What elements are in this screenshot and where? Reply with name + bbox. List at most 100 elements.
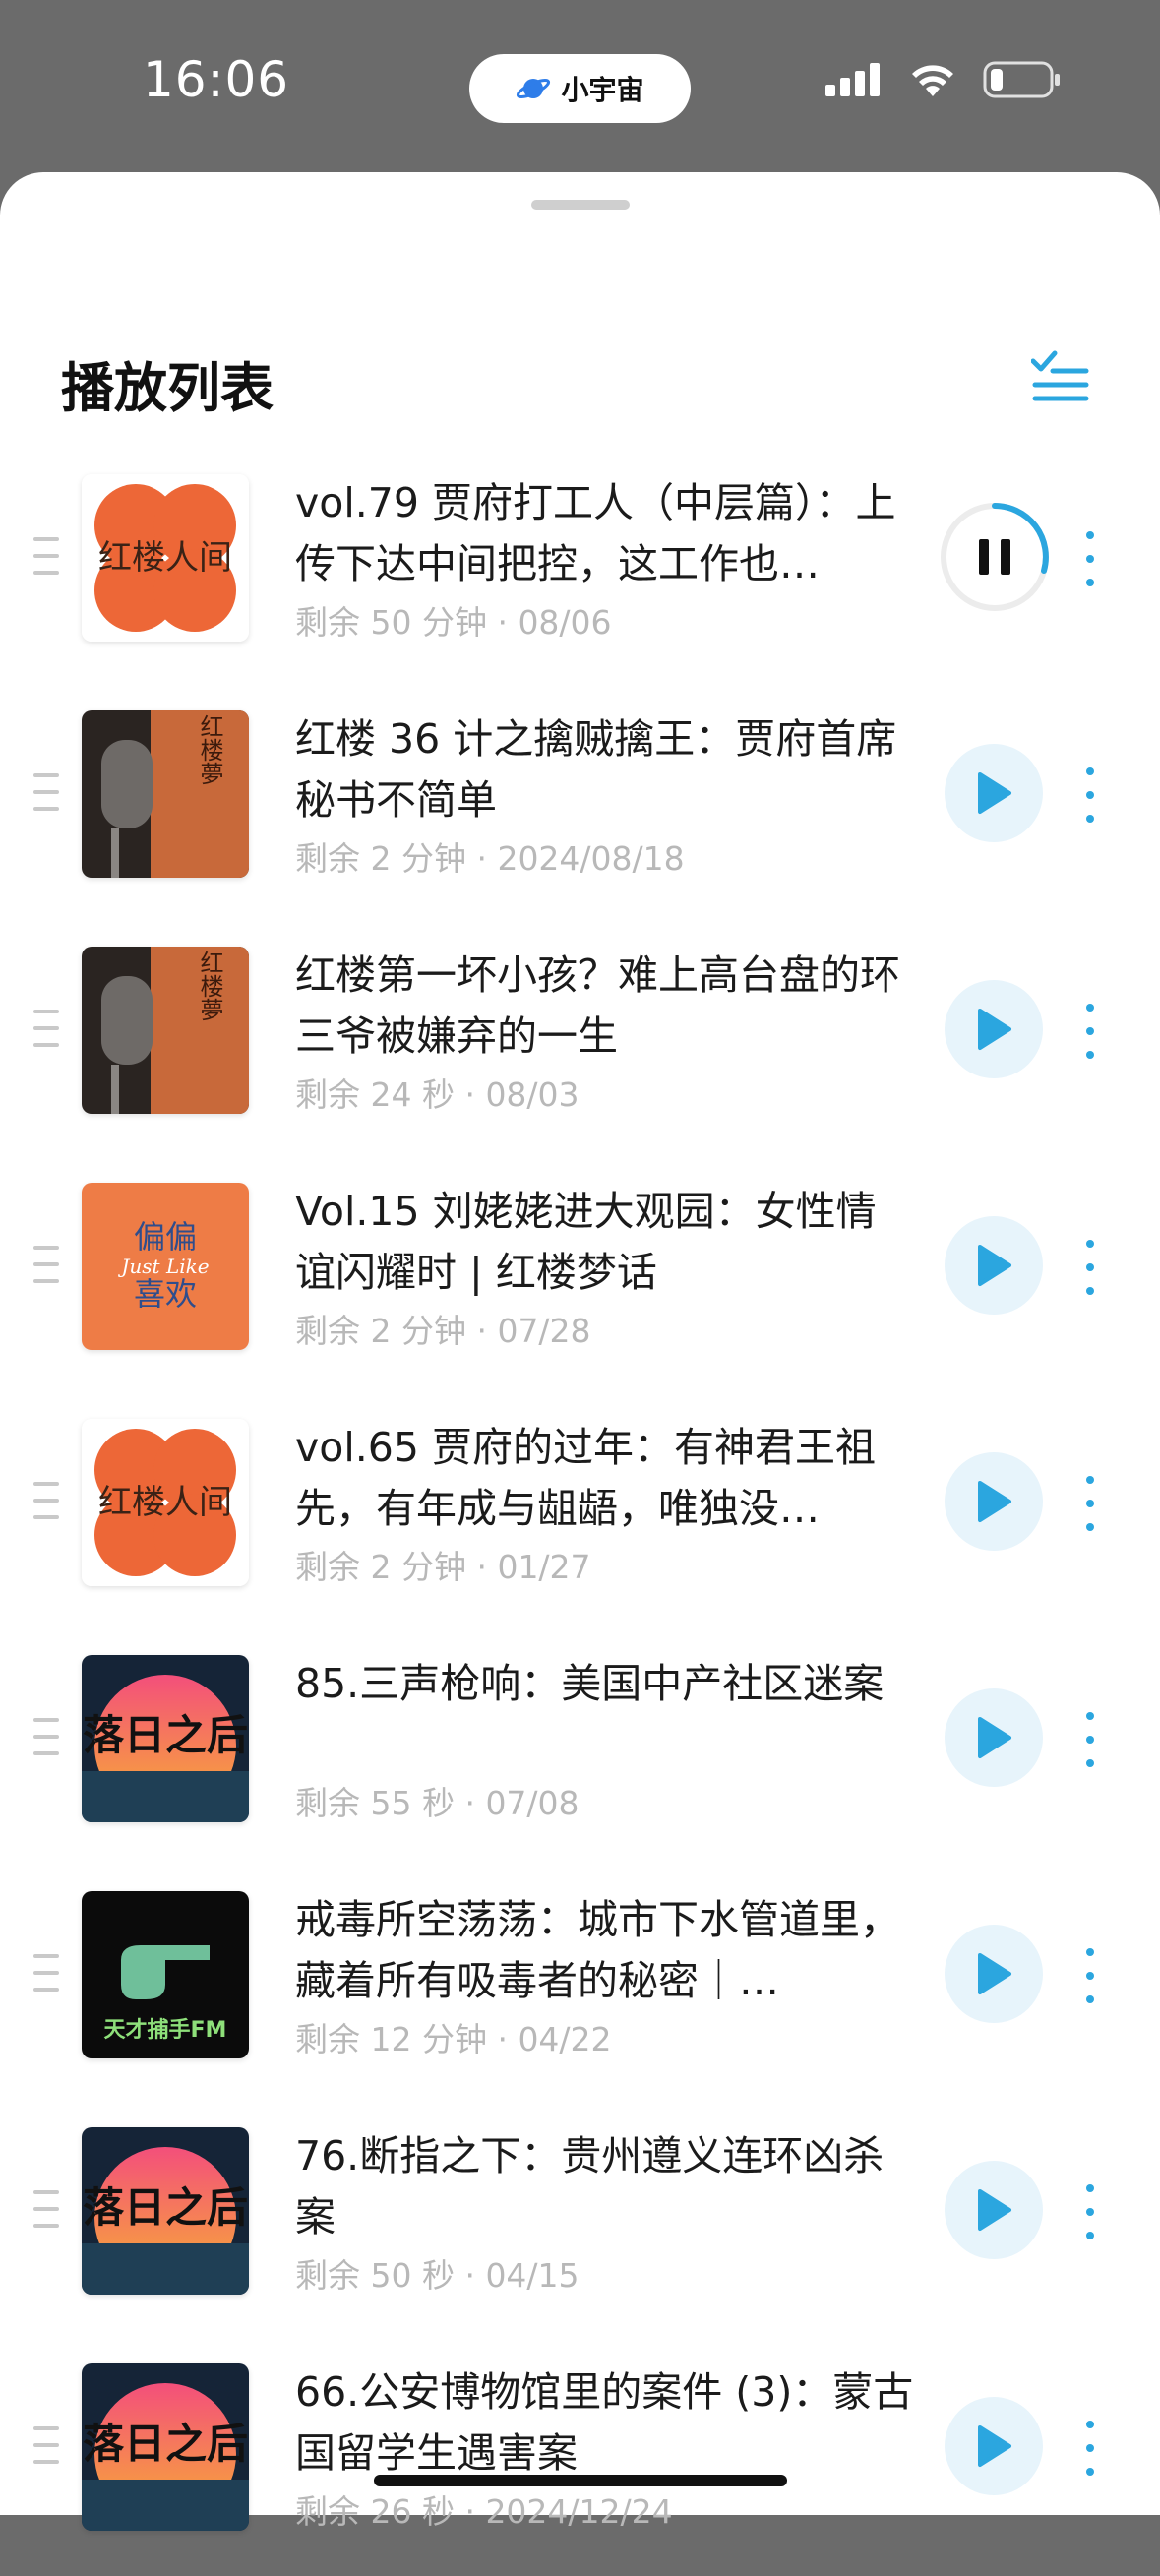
episode-cover: 偏偏 Just Like 喜欢 [82, 1183, 249, 1350]
episode-cover: 落日之后 [82, 2127, 249, 2295]
play-icon [978, 772, 1011, 814]
list-item[interactable]: 落日之后 76.断指之下：贵州遵义连环凶杀案 剩余 50 秒 · 04/15 [0, 2104, 1160, 2340]
drag-handle-icon[interactable] [33, 1246, 59, 1283]
honglou-renjian-cover-icon: 红楼人间 [82, 1419, 249, 1586]
play-button[interactable] [945, 2161, 1043, 2259]
drag-handle-icon[interactable] [33, 1010, 59, 1047]
cellular-signal-icon [825, 63, 880, 96]
episode-cover: 红楼夢 [82, 947, 249, 1114]
wifi-icon [912, 65, 953, 96]
episode-meta: 剩余 55 秒 · 07/08 [295, 1784, 580, 1822]
episode-title: Vol.15 刘姥姥进大观园：女性情谊闪耀时 | 红楼梦话 [295, 1188, 877, 1296]
status-icons [825, 61, 1062, 98]
island-label: 小宇宙 [561, 74, 644, 106]
episode-meta: 剩余 2 分钟 · 2024/08/18 [295, 839, 685, 878]
play-button[interactable] [945, 744, 1043, 842]
episode-meta: 剩余 50 秒 · 04/15 [295, 2256, 580, 2295]
status-time: 16:06 [143, 51, 290, 108]
drag-handle-icon[interactable] [33, 2190, 59, 2228]
svg-text:红楼夢: 红楼夢 [196, 951, 223, 1021]
episode-meta: 剩余 26 秒 · 2024/12/24 [295, 2492, 673, 2531]
episode-cover: 红楼人间 [82, 474, 249, 642]
luori-zhihou-cover-icon: 落日之后 [82, 2363, 249, 2531]
more-options-icon[interactable] [1082, 767, 1098, 823]
list-item[interactable]: 红楼夢 红楼 36 计之擒贼擒王：贾府首席秘书不简单 剩余 2 分钟 · 202… [0, 687, 1160, 923]
luori-zhihou-cover-icon: 落日之后 [82, 1655, 249, 1822]
more-options-icon[interactable] [1082, 1712, 1098, 1767]
svg-text:落日之后: 落日之后 [83, 2420, 248, 2468]
episode-meta: 剩余 24 秒 · 08/03 [295, 1075, 580, 1114]
episode-title: 戒毒所空荡荡：城市下水管道里，藏着所有吸毒者的秘密｜… [295, 1896, 900, 2004]
episode-title: vol.65 贾府的过年：有神君王祖先，有年成与龃龉，唯独没… [295, 1424, 876, 1532]
play-button[interactable] [945, 1688, 1043, 1787]
play-icon [978, 1481, 1011, 1522]
battery-icon [983, 61, 1060, 98]
svg-text:落日之后: 落日之后 [83, 1711, 248, 1759]
tiancai-bushou-cover-icon: 天才捕手FM [82, 1891, 249, 2058]
status-bar: 16:06 小宇宙 [0, 0, 1160, 172]
episode-cover: 落日之后 [82, 1655, 249, 1822]
list-item[interactable]: 落日之后 66.公安博物馆里的案件 (3)：蒙古国留学生遇害案 剩余 26 秒 … [0, 2340, 1160, 2576]
more-options-icon[interactable] [1082, 2421, 1098, 2476]
honglou-renjian-cover-icon: 红楼人间 [82, 474, 249, 642]
more-options-icon[interactable] [1082, 1240, 1098, 1295]
episode-cover: 天才捕手FM [82, 1891, 249, 2058]
drag-handle-icon[interactable] [33, 1718, 59, 1755]
dynamic-island-app-badge[interactable]: 小宇宙 [469, 54, 691, 123]
episode-meta: 剩余 12 分钟 · 04/22 [295, 2020, 612, 2058]
episode-title: 66.公安博物馆里的案件 (3)：蒙古国留学生遇害案 [295, 2368, 914, 2477]
playlist-sheet: 播放列表 红楼人间 vol.79 贾府打工人（中层篇）：上传下达中间把控，这工作… [0, 172, 1160, 2531]
list-item[interactable]: 红楼人间 vol.79 贾府打工人（中层篇）：上传下达中间把控，这工作也… 剩余… [0, 451, 1160, 687]
play-button[interactable] [945, 2397, 1043, 2495]
svg-text:喜欢: 喜欢 [134, 1275, 197, 1313]
episode-cover: 落日之后 [82, 2363, 249, 2531]
home-indicator[interactable] [374, 2475, 787, 2486]
more-options-icon[interactable] [1082, 1004, 1098, 1059]
more-options-icon[interactable] [1082, 1476, 1098, 1531]
more-options-icon[interactable] [1082, 531, 1098, 586]
episode-title: 红楼第一坏小孩？难上高台盘的环三爷被嫌弃的一生 [295, 951, 900, 1060]
more-options-icon[interactable] [1082, 2184, 1098, 2239]
svg-text:红楼夢: 红楼夢 [196, 714, 223, 785]
play-icon [978, 1245, 1011, 1286]
pause-button[interactable] [938, 500, 1052, 614]
luori-zhihou-cover-icon: 落日之后 [82, 2127, 249, 2295]
list-item[interactable]: 偏偏 Just Like 喜欢 Vol.15 刘姥姥进大观园：女性情谊闪耀时 |… [0, 1159, 1160, 1395]
drag-handle-icon[interactable] [33, 773, 59, 811]
episode-meta: 剩余 2 分钟 · 01/27 [295, 1548, 591, 1586]
list-item[interactable]: 落日之后 85.三声枪响：美国中产社区迷案 剩余 55 秒 · 07/08 [0, 1631, 1160, 1868]
play-icon [978, 2189, 1011, 2231]
drag-handle-icon[interactable] [33, 1954, 59, 1992]
svg-text:红楼人间: 红楼人间 [98, 538, 232, 578]
play-button[interactable] [945, 980, 1043, 1078]
drag-handle-icon[interactable] [33, 537, 59, 575]
episode-title: 85.三声枪响：美国中产社区迷案 [295, 1660, 885, 1707]
episode-cover: 红楼夢 [82, 710, 249, 878]
page-title: 播放列表 [61, 357, 274, 419]
drag-handle-icon[interactable] [33, 2426, 59, 2464]
episode-cover: 红楼人间 [82, 1419, 249, 1586]
more-options-icon[interactable] [1082, 1948, 1098, 2003]
list-item[interactable]: 红楼夢 红楼第一坏小孩？难上高台盘的环三爷被嫌弃的一生 剩余 24 秒 · 08… [0, 923, 1160, 1159]
list-item[interactable]: 天才捕手FM 戒毒所空荡荡：城市下水管道里，藏着所有吸毒者的秘密｜… 剩余 12… [0, 1868, 1160, 2104]
play-icon [978, 2425, 1011, 2467]
multi-select-icon[interactable] [1031, 349, 1090, 408]
sheet-grabber[interactable] [531, 200, 630, 210]
play-button[interactable] [945, 1925, 1043, 2023]
episode-title: vol.79 贾府打工人（中层篇）：上传下达中间把控，这工作也… [295, 479, 896, 587]
episode-title: 红楼 36 计之擒贼擒王：贾府首席秘书不简单 [295, 715, 897, 824]
play-icon [978, 1009, 1011, 1050]
play-button[interactable] [945, 1216, 1043, 1315]
microphone-cover-icon: 红楼夢 [82, 947, 249, 1114]
svg-text:偏偏: 偏偏 [134, 1218, 197, 1256]
microphone-cover-icon: 红楼夢 [82, 710, 249, 878]
list-item[interactable]: 红楼人间 vol.65 贾府的过年：有神君王祖先，有年成与龃龉，唯独没… 剩余 … [0, 1395, 1160, 1631]
play-icon [978, 1953, 1011, 1994]
svg-text:天才捕手FM: 天才捕手FM [104, 2017, 227, 2043]
playlist: 红楼人间 vol.79 贾府打工人（中层篇）：上传下达中间把控，这工作也… 剩余… [0, 451, 1160, 2576]
pianpian-xihuan-cover-icon: 偏偏 Just Like 喜欢 [82, 1183, 249, 1350]
drag-handle-icon[interactable] [33, 1482, 59, 1519]
play-button[interactable] [945, 1452, 1043, 1551]
episode-meta: 剩余 2 分钟 · 07/28 [295, 1312, 591, 1350]
play-icon [978, 1717, 1011, 1758]
